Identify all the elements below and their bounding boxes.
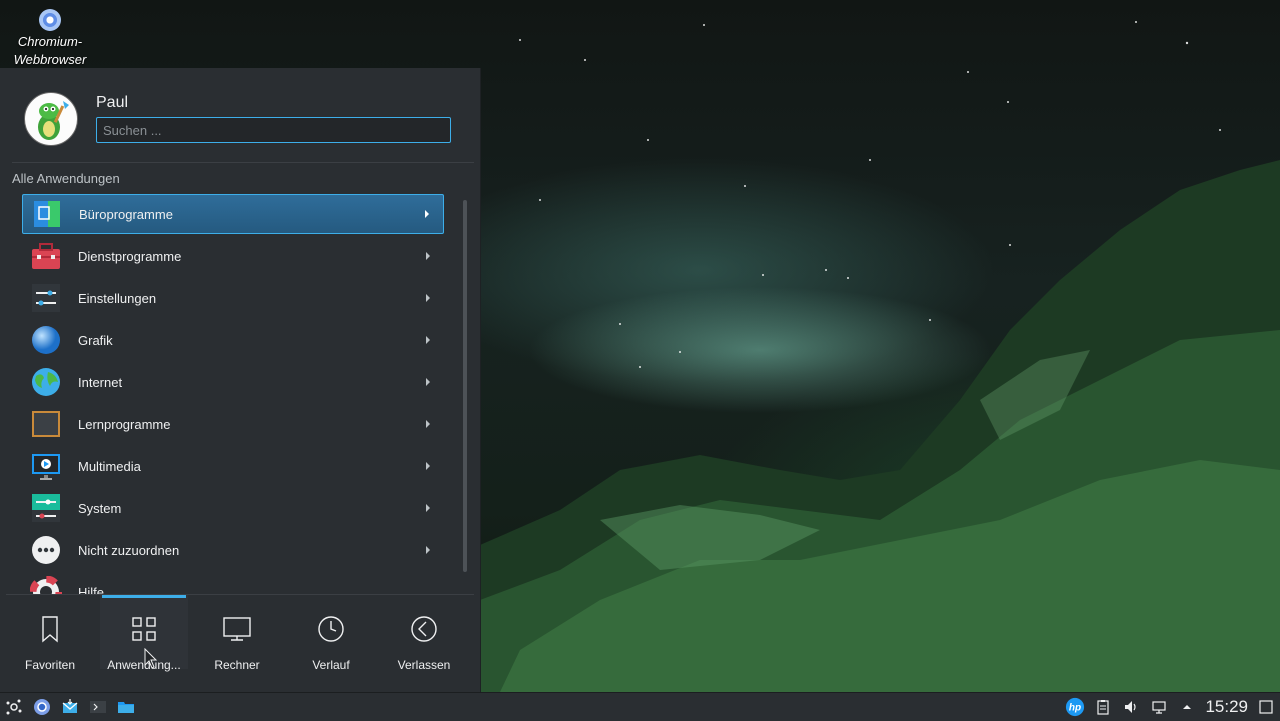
header-divider	[12, 162, 474, 163]
category-label: Büroprogramme	[79, 206, 173, 222]
app-launcher-icon[interactable]	[4, 697, 24, 717]
category-label: Grafik	[78, 332, 113, 348]
clipboard-icon[interactable]	[1093, 697, 1113, 717]
category-label: Internet	[78, 374, 123, 390]
clock[interactable]: 15:29	[1205, 697, 1248, 717]
submenu-arrow-icon	[426, 462, 430, 470]
tab-verlauf[interactable]: Verlauf	[287, 595, 375, 672]
category-item-hilfe[interactable]: Hilfe	[22, 572, 444, 594]
hp-icon[interactable]: hp	[1065, 697, 1085, 717]
submenu-arrow-icon	[426, 504, 430, 512]
settings-sliders-icon	[30, 282, 62, 314]
taskbar-launchers	[4, 697, 136, 717]
expand-tray-icon[interactable]	[1177, 697, 1197, 717]
submenu-arrow-icon	[426, 294, 430, 302]
file-manager-icon[interactable]	[116, 697, 136, 717]
lifebuoy-icon	[29, 575, 63, 594]
submenu-arrow-icon	[426, 252, 430, 260]
konqi-avatar-icon	[38, 101, 69, 140]
application-category-list: Büroprogramme Dienstprogramme Einstellun…	[22, 194, 444, 594]
tab-label: Verlauf	[312, 658, 350, 672]
category-label: Einstellungen	[78, 290, 157, 306]
clock-icon	[318, 616, 344, 642]
tab-label: Favoriten	[24, 658, 76, 672]
category-label: Hilfe	[78, 584, 105, 595]
category-label: Multimedia	[78, 458, 141, 474]
category-item-multimedia[interactable]: Multimedia	[22, 446, 444, 486]
desktop-icon-label: Chromium- Webbrowser	[8, 33, 92, 69]
office-icon	[31, 198, 63, 230]
taskbar: hp 15:29	[0, 692, 1280, 721]
category-item-dienstprogramme[interactable]: Dienstprogramme	[22, 236, 444, 276]
chromium-icon[interactable]	[32, 697, 52, 717]
graphics-sphere-icon	[30, 324, 62, 356]
category-label: Lernprogramme	[78, 416, 171, 432]
tab-label: Rechner	[214, 658, 260, 672]
desktop-icon-chromium[interactable]: Chromium- Webbrowser	[8, 6, 92, 69]
mouse-cursor-icon	[144, 648, 158, 669]
user-name: Paul	[96, 94, 129, 111]
category-item-system[interactable]: System	[22, 488, 444, 528]
category-label: System	[78, 500, 122, 516]
category-item-bueroprogramme[interactable]: Büroprogramme	[22, 194, 444, 234]
category-item-grafik[interactable]: Grafik	[22, 320, 444, 360]
category-item-einstellungen[interactable]: Einstellungen	[22, 278, 444, 318]
submenu-arrow-icon	[425, 210, 429, 218]
tab-label: Verlassen	[397, 658, 451, 672]
category-item-nicht-zuzuordnen[interactable]: Nicht zuzuordnen	[22, 530, 444, 570]
section-title: Alle Anwendungen	[12, 171, 120, 186]
category-item-internet[interactable]: Internet	[22, 362, 444, 402]
category-item-lernprogramme[interactable]: Lernprogramme	[22, 404, 444, 444]
show-desktop-icon[interactable]	[1256, 697, 1276, 717]
tab-favoriten[interactable]: Favoriten	[6, 595, 94, 672]
toolbox-icon	[30, 240, 62, 272]
chromium-icon	[39, 9, 61, 31]
mail-icon[interactable]	[60, 697, 80, 717]
more-dots-icon	[30, 534, 62, 566]
grid-icon	[132, 617, 156, 641]
network-icon[interactable]	[1149, 697, 1169, 717]
search-input[interactable]	[96, 117, 451, 143]
submenu-arrow-icon	[426, 336, 430, 344]
desktop-icon-label-line1: Chromium-	[17, 34, 83, 49]
avatar[interactable]	[24, 92, 78, 146]
scrollbar-thumb[interactable]	[463, 200, 467, 572]
submenu-arrow-icon	[426, 420, 430, 428]
category-label: Nicht zuzuordnen	[78, 542, 180, 558]
blackboard-icon	[30, 408, 62, 440]
submenu-arrow-icon	[426, 546, 430, 554]
media-player-icon	[30, 450, 62, 482]
tab-rechner[interactable]: Rechner	[193, 595, 281, 672]
category-label: Dienstprogramme	[78, 248, 182, 264]
terminal-icon[interactable]	[88, 697, 108, 717]
system-icon	[30, 492, 62, 524]
system-tray: hp 15:29	[1065, 697, 1276, 717]
user-header: Paul	[0, 68, 480, 162]
monitor-icon	[223, 617, 251, 641]
category-list-scrollbar[interactable]	[462, 200, 468, 572]
volume-icon[interactable]	[1121, 697, 1141, 717]
tab-verlassen[interactable]: Verlassen	[380, 595, 468, 672]
desktop-icon-label-line2: Webbrowser	[13, 52, 87, 67]
globe-icon	[30, 366, 62, 398]
application-launcher: Paul Alle Anwendungen Büroprogramme Dien…	[0, 68, 481, 692]
submenu-arrow-icon	[426, 378, 430, 386]
launcher-tab-bar: Favoriten Anwendung... Rechner Verlauf V…	[6, 594, 474, 693]
back-arrow-icon	[411, 616, 437, 642]
svg-text:hp: hp	[1069, 703, 1081, 714]
bookmark-icon	[42, 616, 58, 643]
